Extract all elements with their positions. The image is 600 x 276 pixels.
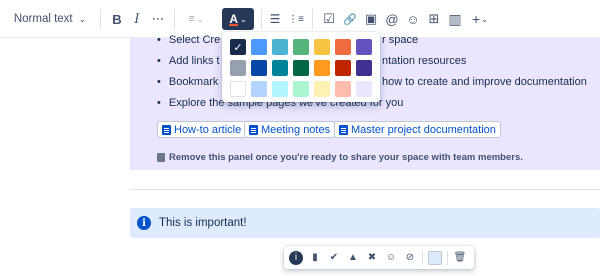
chevron-down-icon: ⌄ [78,13,87,24]
info-panel-text: This is important! [159,217,247,229]
chevron-down-icon: ⌄ [196,14,204,24]
success-panel-type-icon[interactable]: ✔ [327,251,341,265]
panel-note-text: Remove this panel once you're ready to s… [169,152,523,163]
link-button[interactable]: 🔗 [339,8,361,30]
color-swatch[interactable] [356,81,372,97]
list-item-text-tail: r space [382,34,419,46]
custom-emoji-icon[interactable]: ☺ [384,251,398,265]
text-color-picker: ✓ [222,32,380,102]
panel-note: Remove this panel once you're ready to s… [157,152,523,163]
page-link-meeting-notes[interactable]: Meeting notes [244,121,336,138]
action-item-button[interactable]: ☑ [318,8,340,30]
page-icon [249,124,258,135]
color-swatch[interactable] [272,81,288,97]
page-icon [162,124,171,135]
color-swatch-selected[interactable]: ✓ [230,39,246,55]
toolbar-divider [100,9,101,29]
bullet-dot: • [157,76,161,88]
color-swatch[interactable] [335,39,351,55]
list-item-text: Bookmark [168,76,219,88]
mention-button[interactable]: @ [381,8,403,30]
italic-button[interactable]: I [126,8,148,30]
color-swatch[interactable] [293,81,309,97]
toolbar-divider [174,9,175,29]
color-swatch[interactable] [314,60,330,76]
color-swatch[interactable] [314,81,330,97]
page-link-label: Master project documentation [351,123,496,136]
info-panel-type-icon[interactable]: i [289,250,303,265]
delete-panel-icon[interactable]: 🗑 [453,251,467,265]
remove-icon-icon[interactable]: ⊘ [403,251,417,265]
content-divider [130,189,600,190]
info-icon: i [137,216,151,230]
toolbar-divider [447,250,448,265]
color-swatch[interactable] [251,39,267,55]
toolbar-divider [312,9,313,29]
error-panel-type-icon[interactable]: ✖ [365,251,379,265]
color-swatch[interactable] [356,60,372,76]
panel-type-toolbar: i ▮ ✔ ▲ ✖ ☺ ⊘ 🗑 [284,246,474,269]
bold-button[interactable]: B [106,8,128,30]
page-link-label: Meeting notes [261,123,331,136]
chevron-down-icon: ⌄ [239,14,247,24]
alignment-dropdown[interactable]: ≡ ⌄ [183,8,209,30]
more-formatting-button[interactable]: ⋯ [147,8,169,30]
list-item-text: Select Cre [168,34,221,46]
bullet-dot: • [157,55,161,67]
align-icon: ≡ [188,13,195,25]
bullet-dot: • [157,97,161,109]
bullet-list-button[interactable]: ☰ [264,8,286,30]
color-swatch[interactable] [272,60,288,76]
color-swatch[interactable] [293,39,309,55]
toolbar-divider [261,9,262,29]
color-swatch[interactable] [251,60,267,76]
list-item: • Select Cre r space [157,34,418,46]
list-item-text-tail: how to create and improve documentation [382,76,587,88]
chevron-down-icon: ⌄ [481,14,488,24]
color-swatch[interactable] [314,39,330,55]
color-swatch[interactable] [251,81,267,97]
color-swatch[interactable] [230,81,246,97]
list-item-text: Add links t [168,55,220,67]
table-button[interactable]: ⊞ [423,8,445,30]
bullet-dot: • [157,34,161,46]
info-panel[interactable]: i This is important! [130,208,600,238]
list-item: • Add links t ntation resources [157,55,466,67]
note-panel-type-icon[interactable]: ▮ [308,251,322,265]
page-link-how-to-article[interactable]: How-to article [157,121,247,138]
list-item-text-tail: ntation resources [382,55,467,67]
numbered-list-button[interactable]: ⋮≡ [285,8,307,30]
color-swatch[interactable] [272,39,288,55]
color-swatch[interactable] [293,60,309,76]
page-link-label: How-to article [174,123,242,136]
list-item: • Bookmark how to create and improve doc… [157,76,587,88]
color-swatch[interactable] [230,60,246,76]
layout-button[interactable]: ▥ [444,8,466,30]
color-swatch[interactable] [335,81,351,97]
page-icon [339,124,348,135]
page-link-master-project-documentation[interactable]: Master project documentation [334,121,501,138]
trash-icon [157,153,165,162]
image-button[interactable]: ▣ [360,8,382,30]
toolbar-divider [422,250,423,265]
text-color-button[interactable]: A ⌄ [222,8,254,30]
color-swatch[interactable] [356,39,372,55]
warning-panel-type-icon[interactable]: ▲ [346,251,360,265]
emoji-button[interactable]: ☺ [402,8,424,30]
panel-background-color-button[interactable] [428,250,442,265]
insert-dropdown[interactable]: + ⌄ [467,8,493,30]
text-style-dropdown[interactable]: Normal text ⌄ [10,8,90,30]
color-swatch[interactable] [335,60,351,76]
text-color-icon: A [229,12,238,26]
text-style-label: Normal text [13,13,73,25]
plus-icon: + [472,11,481,27]
